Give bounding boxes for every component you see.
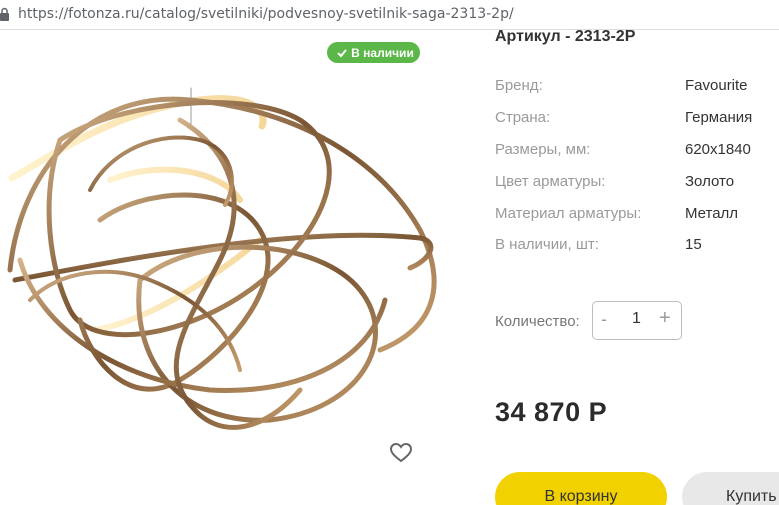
buy-button[interactable]: Купить (682, 472, 779, 505)
quantity-stepper: - 1 + (592, 301, 682, 340)
product-article: Артикул - 2313-2P (495, 28, 636, 45)
quantity-label: Количество: (495, 313, 580, 330)
stock-badge: В наличии (327, 42, 420, 63)
product-image[interactable] (0, 30, 450, 505)
spec-value: 15 (685, 236, 702, 253)
product-price: 34 870 Р (495, 397, 608, 427)
spec-label: Размеры, мм: (495, 141, 591, 158)
spec-value: Германия (685, 109, 753, 126)
spec-value: 620x1840 (685, 141, 751, 158)
url-text[interactable]: https://fotonza.ru/catalog/svetilniki/po… (18, 6, 514, 22)
stock-badge-label: В наличии (351, 45, 414, 60)
spec-label: Материал арматуры: (495, 205, 642, 222)
spec-label: Цвет арматуры: (495, 173, 606, 190)
spec-value: Металл (685, 205, 739, 222)
spec-value: Золото (685, 173, 735, 190)
add-to-cart-button[interactable]: В корзину (495, 472, 667, 505)
add-to-cart-label: В корзину (544, 488, 618, 505)
check-icon (337, 48, 347, 57)
lock-icon (0, 7, 9, 21)
quantity-input[interactable]: 1 (632, 310, 641, 328)
buy-button-label: Купить (726, 488, 777, 505)
address-bar[interactable]: https://fotonza.ru/catalog/svetilniki/po… (0, 0, 779, 30)
quantity-plus-button[interactable]: + (659, 307, 671, 330)
spec-label: В наличии, шт: (495, 236, 599, 253)
spec-value: Favourite (685, 77, 748, 94)
heart-icon[interactable] (389, 442, 413, 464)
spec-label: Страна: (495, 109, 551, 126)
page: https://fotonza.ru/catalog/svetilniki/po… (0, 0, 779, 505)
quantity-minus-button[interactable]: - (601, 309, 607, 330)
spec-label: Бренд: (495, 77, 543, 94)
